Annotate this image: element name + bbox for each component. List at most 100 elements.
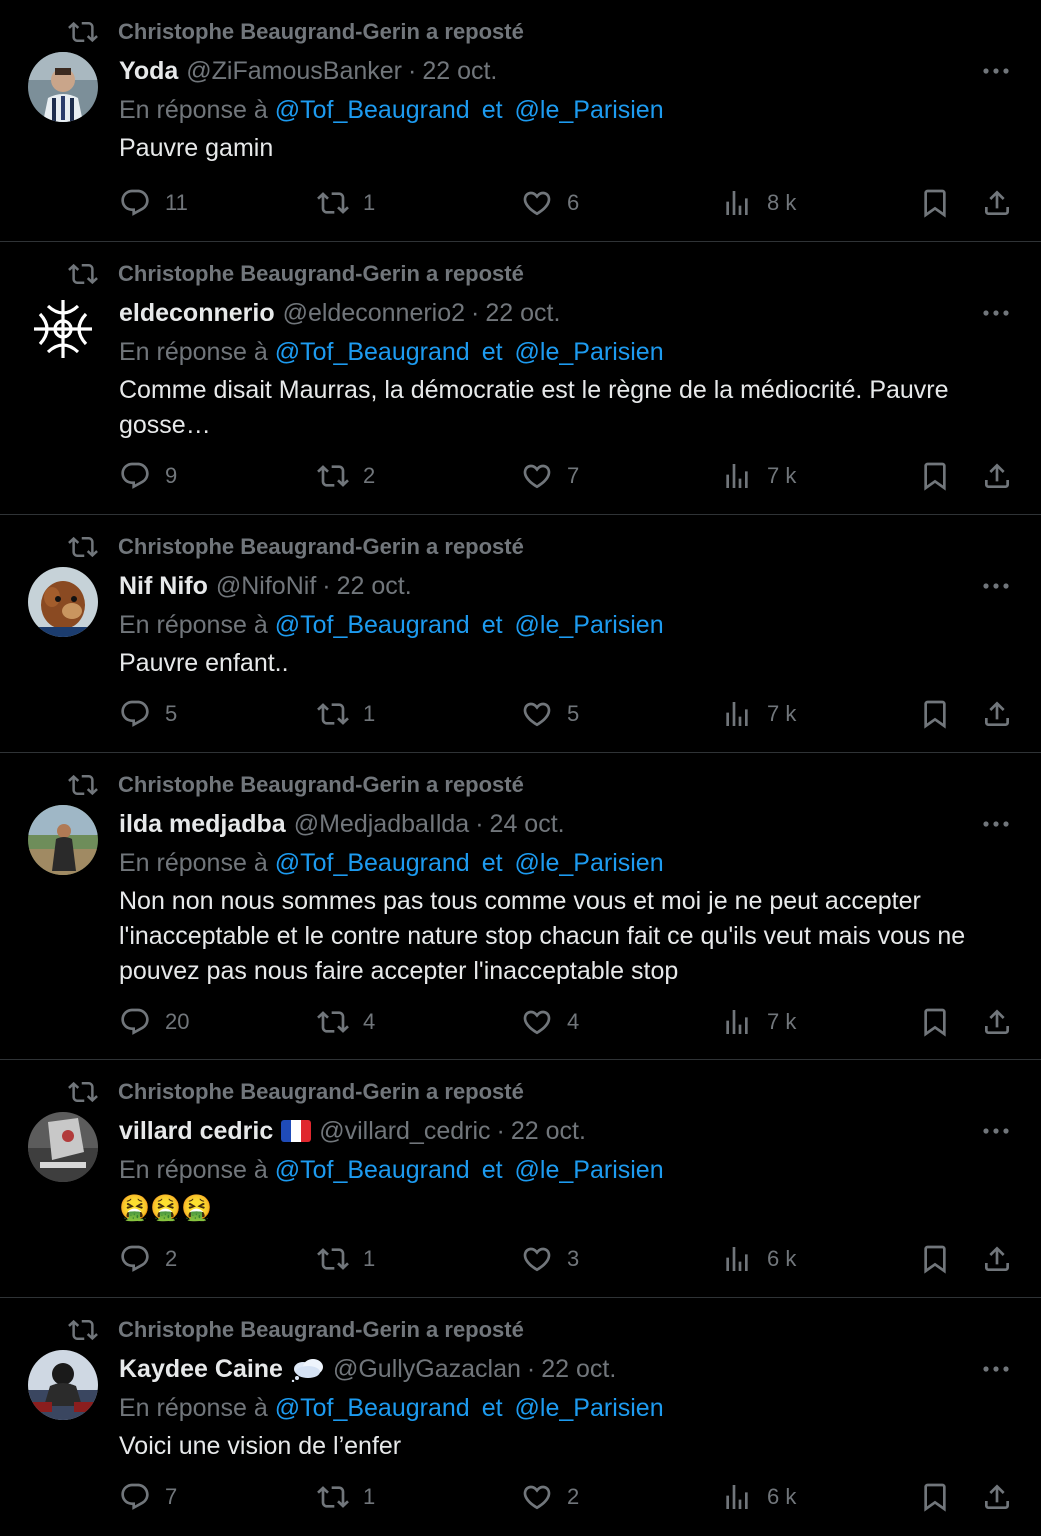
views-button[interactable]: 7 k xyxy=(721,696,796,732)
mention-link[interactable]: @Tof_Beaugrand xyxy=(275,96,470,125)
reply-icon xyxy=(121,1483,149,1510)
tweet[interactable]: Christophe Beaugrand-Gerin a reposté ild… xyxy=(0,753,1041,1060)
reply-joiner: et xyxy=(481,95,503,124)
user-handle[interactable]: @MedjadbaIlda xyxy=(294,810,470,839)
tweet-date[interactable]: 22 oct. xyxy=(511,1117,586,1146)
avatar[interactable] xyxy=(28,52,98,122)
user-handle[interactable]: @NifoNif xyxy=(216,572,316,601)
like-count: 6 xyxy=(567,190,580,215)
like-button[interactable]: 5 xyxy=(521,696,579,732)
tweet-header: Nif Nifo @NifoNif · 22 oct. xyxy=(119,569,412,603)
like-button[interactable]: 6 xyxy=(521,185,579,221)
user-handle[interactable]: @GullyGazaclan xyxy=(333,1355,521,1384)
share-button[interactable] xyxy=(981,1479,1013,1515)
mention-link[interactable]: @Tof_Beaugrand xyxy=(275,338,470,367)
more-options-icon[interactable] xyxy=(981,1118,1011,1144)
share-icon xyxy=(985,1484,1009,1509)
tweet[interactable]: Christophe Beaugrand-Gerin a reposté Kay… xyxy=(0,1298,1041,1536)
france-flag-icon xyxy=(281,1120,312,1142)
like-button[interactable]: 3 xyxy=(521,1241,579,1277)
repost-button[interactable]: 4 xyxy=(317,1004,375,1040)
views-button[interactable]: 7 k xyxy=(721,458,796,494)
tweet[interactable]: Christophe Beaugrand-Gerin a reposté vil… xyxy=(0,1060,1041,1298)
display-name[interactable]: villard cedric xyxy=(119,1117,273,1146)
tweet[interactable]: Christophe Beaugrand-Gerin a reposté Nif… xyxy=(0,515,1041,753)
reply-joiner: et xyxy=(481,1155,503,1184)
user-handle[interactable]: @ZiFamousBanker xyxy=(186,57,402,86)
views-button[interactable]: 6 k xyxy=(721,1241,796,1277)
tweet-date[interactable]: 22 oct. xyxy=(337,572,412,601)
views-button[interactable]: 8 k xyxy=(721,185,796,221)
repost-button[interactable]: 2 xyxy=(317,458,375,494)
mention-link[interactable]: @le_Parisien xyxy=(515,96,664,125)
bookmark-button[interactable] xyxy=(919,696,951,732)
reply-button[interactable]: 5 xyxy=(119,696,177,732)
reply-button[interactable]: 7 xyxy=(119,1479,177,1515)
mention-link[interactable]: @Tof_Beaugrand xyxy=(275,849,470,878)
display-name[interactable]: eldeconnerio xyxy=(119,299,275,328)
more-options-icon[interactable] xyxy=(981,58,1011,84)
tweet[interactable]: Christophe Beaugrand-Gerin a reposté Yod… xyxy=(0,0,1041,242)
repost-button[interactable]: 1 xyxy=(317,1241,375,1277)
avatar[interactable] xyxy=(28,567,98,637)
bookmark-button[interactable] xyxy=(919,185,951,221)
tweet-date[interactable]: 22 oct. xyxy=(485,299,560,328)
repost-indicator: Christophe Beaugrand-Gerin a reposté xyxy=(68,260,524,288)
mention-link[interactable]: @Tof_Beaugrand xyxy=(275,611,470,640)
repost-count: 1 xyxy=(363,701,376,726)
reply-button[interactable]: 11 xyxy=(119,185,188,221)
more-options-icon[interactable] xyxy=(981,1356,1011,1382)
share-button[interactable] xyxy=(981,1004,1013,1040)
tweet-text: Pauvre gamin xyxy=(119,134,274,162)
views-button[interactable]: 6 k xyxy=(721,1479,796,1515)
bookmark-button[interactable] xyxy=(919,458,951,494)
like-button[interactable]: 4 xyxy=(521,1004,579,1040)
avatar[interactable] xyxy=(28,294,98,364)
user-handle[interactable]: @villard_cedric xyxy=(319,1117,490,1146)
like-button[interactable]: 7 xyxy=(521,458,579,494)
more-options-icon[interactable] xyxy=(981,300,1011,326)
repost-count: 1 xyxy=(363,190,376,215)
mention-link[interactable]: @Tof_Beaugrand xyxy=(275,1394,470,1423)
share-button[interactable] xyxy=(981,696,1013,732)
reply-prefix: En réponse à xyxy=(119,1393,268,1422)
display-name[interactable]: Nif Nifo xyxy=(119,572,208,601)
views-chart-icon xyxy=(726,191,748,215)
mention-link[interactable]: @Tof_Beaugrand xyxy=(275,1156,470,1185)
mention-link[interactable]: @le_Parisien xyxy=(515,1156,664,1185)
like-button[interactable]: 2 xyxy=(521,1479,579,1515)
mention-link[interactable]: @le_Parisien xyxy=(515,1394,664,1423)
display-name[interactable]: Yoda xyxy=(119,57,178,86)
share-button[interactable] xyxy=(981,458,1013,494)
heart-icon xyxy=(523,1485,551,1510)
tweet[interactable]: Christophe Beaugrand-Gerin a reposté eld… xyxy=(0,242,1041,515)
repost-button[interactable]: 1 xyxy=(317,185,375,221)
more-options-icon[interactable] xyxy=(981,573,1011,599)
more-options-icon[interactable] xyxy=(981,811,1011,837)
views-button[interactable]: 7 k xyxy=(721,1004,796,1040)
avatar[interactable] xyxy=(28,1112,98,1182)
reply-button[interactable]: 20 xyxy=(119,1004,189,1040)
mention-link[interactable]: @le_Parisien xyxy=(515,338,664,367)
repost-count: 2 xyxy=(363,463,376,488)
share-button[interactable] xyxy=(981,1241,1013,1277)
tweet-date[interactable]: 22 oct. xyxy=(541,1355,616,1384)
display-name[interactable]: Kaydee Caine xyxy=(119,1355,283,1384)
display-name[interactable]: ilda medjadba xyxy=(119,810,286,839)
reply-button[interactable]: 9 xyxy=(119,458,177,494)
bookmark-button[interactable] xyxy=(919,1241,951,1277)
reply-button[interactable]: 2 xyxy=(119,1241,177,1277)
avatar[interactable] xyxy=(28,1350,98,1420)
share-button[interactable] xyxy=(981,185,1013,221)
tweet-date[interactable]: 22 oct. xyxy=(422,57,497,86)
repost-button[interactable]: 1 xyxy=(317,1479,375,1515)
avatar[interactable] xyxy=(28,805,98,875)
bookmark-button[interactable] xyxy=(919,1479,951,1515)
mention-link[interactable]: @le_Parisien xyxy=(515,849,664,878)
repost-icon xyxy=(68,263,98,285)
tweet-date[interactable]: 24 oct. xyxy=(490,810,565,839)
mention-link[interactable]: @le_Parisien xyxy=(515,611,664,640)
user-handle[interactable]: @eldeconnerio2 xyxy=(283,299,465,328)
repost-button[interactable]: 1 xyxy=(317,696,375,732)
bookmark-button[interactable] xyxy=(919,1004,951,1040)
